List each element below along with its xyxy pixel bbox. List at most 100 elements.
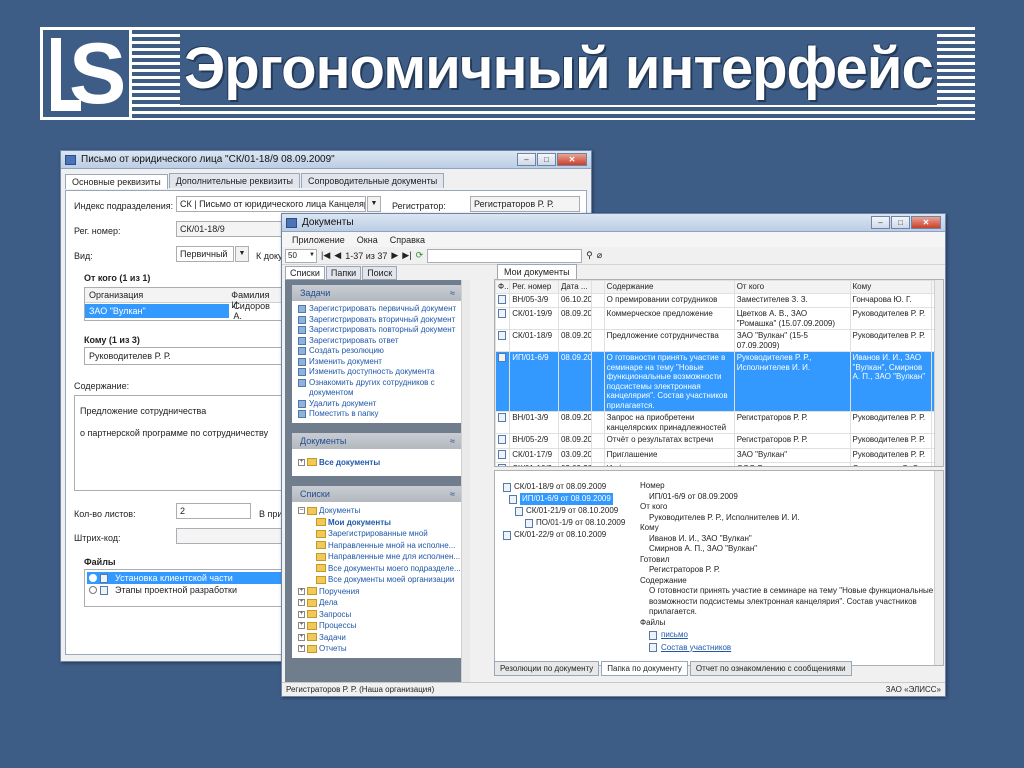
link-tree-item[interactable]: СК/01-22/9 от 08.10.2009 (503, 529, 625, 541)
grid-column-header[interactable]: Ф... (495, 280, 511, 294)
grid-column-header[interactable]: Дата ... (557, 280, 593, 294)
tree-item-documents[interactable]: – Документы (298, 505, 457, 517)
tab-attached-documents[interactable]: Сопроводительные документы (300, 173, 445, 188)
task-item[interactable]: документом (298, 388, 457, 399)
grid-scrollbar[interactable] (934, 280, 943, 466)
task-item[interactable]: Создать резолюцию (298, 346, 457, 357)
tab-document-folder[interactable]: Папка по документу (601, 661, 688, 676)
tree-item-list[interactable]: Направленные мной на исполне... (298, 540, 457, 552)
table-row[interactable]: ВН/05-3/906.10.2009 О премировании сотруд… (495, 292, 943, 308)
link-tree-item[interactable]: ПО/01-1/9 от 08.10.2009 (503, 517, 625, 529)
task-item[interactable]: Зарегистрировать вторичный документ (298, 315, 457, 326)
table-row[interactable]: ВН/01-3/908.09.2009 Запрос на приобретени… (495, 411, 943, 434)
tree-item-group[interactable]: + Запросы (298, 609, 457, 621)
link-tree-item[interactable]: ИП/01-6/9 от 08.09.2009 (503, 493, 625, 505)
content-textarea[interactable]: Предложение сотрудничества о партнерской… (74, 395, 284, 491)
regnum-field[interactable]: СК/01-18/9 (176, 221, 286, 237)
menu-application[interactable]: Приложение (292, 235, 345, 245)
barcode-field[interactable] (176, 528, 284, 544)
next-page-icon[interactable]: ▶ (391, 250, 398, 261)
minimize-button[interactable]: – (871, 216, 890, 229)
first-page-icon[interactable]: |◀ (321, 250, 330, 261)
file-link-letter[interactable]: письмо (661, 630, 688, 641)
file-item[interactable]: Этапы проектной разработки (87, 584, 281, 596)
table-row[interactable]: СК/01-17/903.09.2009 ПриглашениеЗАО "Вулк… (495, 447, 943, 463)
tree-item-list[interactable]: Мои документы (298, 517, 457, 529)
grid-column-header[interactable] (591, 280, 605, 294)
tree-item-group[interactable]: + Задачи (298, 632, 457, 644)
tab-my-documents[interactable]: Мои документы (497, 264, 577, 279)
table-row[interactable]: СК/01-19/908.09.2009 Коммерческое предлож… (495, 307, 943, 330)
col-organization[interactable]: Организация (89, 290, 231, 300)
tasks-section-header[interactable]: Задачи ≈ (292, 285, 463, 301)
lists-section-header[interactable]: Списки ≈ (292, 486, 463, 502)
tree-item-group[interactable]: + Поручения (298, 586, 457, 598)
grid-column-header[interactable]: Кому (849, 280, 932, 294)
tree-item-list[interactable]: Все документы моей организации (298, 574, 457, 586)
tree-item-group[interactable]: + Отчеты (298, 643, 457, 655)
tree-item-group[interactable]: + Дела (298, 597, 457, 609)
expand-icon[interactable]: + (298, 633, 305, 641)
tab-resolutions[interactable]: Резолюции по документу (494, 661, 600, 676)
left-pane-scrollbar[interactable] (461, 280, 470, 686)
minimize-button[interactable]: – (517, 153, 536, 166)
table-row[interactable]: ИП/01-6/908.09.2009 О готовности принять … (495, 351, 943, 412)
tab-lists[interactable]: Списки (285, 266, 325, 280)
grid-column-header[interactable]: От кого (733, 280, 851, 294)
tab-search[interactable]: Поиск (362, 266, 398, 280)
task-item[interactable]: Зарегистрировать первичный документ (298, 304, 457, 315)
menu-help[interactable]: Справка (390, 235, 425, 245)
detail-scrollbar[interactable] (934, 471, 943, 665)
last-page-icon[interactable]: ▶| (402, 250, 411, 261)
tab-main-attributes[interactable]: Основные реквизиты (65, 174, 168, 189)
maximize-button[interactable]: □ (891, 216, 910, 229)
tree-item-group[interactable]: + Процессы (298, 620, 457, 632)
radio-selected-icon[interactable] (89, 574, 97, 582)
tab-extra-attributes[interactable]: Дополнительные реквизиты (168, 173, 300, 188)
menu-windows[interactable]: Окна (357, 235, 378, 245)
link-tree-item[interactable]: СК/01-18/9 от 08.09.2009 (503, 481, 625, 493)
task-item[interactable]: Изменить доступность документа (298, 367, 457, 378)
kind-dropdown[interactable]: ▼ (235, 246, 249, 262)
clear-search-icon[interactable]: ⌀ (597, 250, 602, 261)
tree-item-all-documents[interactable]: + Все документы (298, 457, 457, 469)
refresh-icon[interactable]: ⟳ (416, 250, 424, 261)
tree-item-list[interactable]: Зарегистрированные мной (298, 528, 457, 540)
from-table-row[interactable]: ЗАО "Вулкан" Сидоров А. (85, 301, 283, 321)
grid-column-header[interactable]: Рег. номер (509, 280, 559, 294)
tab-acquaintance-report[interactable]: Отчет по ознакомлению с сообщениями (689, 661, 852, 676)
expand-icon[interactable]: + (298, 622, 305, 630)
grid-column-header[interactable]: Содержание (603, 280, 735, 294)
close-button[interactable]: ✕ (557, 153, 587, 166)
documents-section-header[interactable]: Документы ≈ (292, 432, 463, 449)
link-tree-item[interactable]: СК/01-21/9 от 08.10.2009 (503, 505, 625, 517)
expand-icon[interactable]: + (298, 610, 305, 618)
search-icon[interactable]: ⚲ (586, 250, 593, 261)
radio-icon[interactable] (89, 586, 97, 594)
expand-icon[interactable]: + (298, 645, 305, 653)
index-field[interactable]: СК | Письмо от юридического лица Канцеля… (176, 196, 366, 212)
file-item[interactable]: Установка клиентской части (87, 572, 281, 584)
tab-folders[interactable]: Папки (325, 266, 362, 280)
prev-page-icon[interactable]: ◀ (334, 250, 341, 261)
task-item[interactable]: Зарегистрировать повторный документ (298, 325, 457, 336)
search-input[interactable] (427, 248, 583, 263)
page-size-select[interactable]: 50 (285, 248, 317, 263)
close-button[interactable]: ✕ (911, 216, 941, 229)
registrar-field[interactable]: Регистраторов Р. Р. (470, 196, 580, 212)
file-link-participants[interactable]: Состав участников (661, 643, 731, 654)
maximize-button[interactable]: □ (537, 153, 556, 166)
to-list[interactable]: Руководителев Р. Р. (84, 347, 284, 365)
index-dropdown[interactable]: ▼ (367, 196, 381, 212)
task-item[interactable]: Поместить в папку (298, 409, 457, 420)
tree-item-list[interactable]: Направленные мне для исполнен... (298, 551, 460, 563)
tree-item-list[interactable]: Все документы моего подразделе... (298, 563, 461, 575)
expand-icon[interactable]: + (298, 587, 305, 595)
table-row[interactable]: СК/01-16/903.09.2009 Информационное письм… (495, 462, 943, 466)
table-row[interactable]: ВН/05-2/908.09.2009 Отчёт о результатах в… (495, 433, 943, 449)
task-item[interactable]: Ознакомить других сотрудников с (298, 378, 457, 389)
sheets-field[interactable]: 2 (176, 503, 251, 519)
table-row[interactable]: СК/01-18/908.09.2009 Предложение сотрудни… (495, 329, 943, 352)
task-item[interactable]: Изменить документ (298, 357, 457, 368)
expand-icon[interactable]: + (298, 599, 305, 607)
